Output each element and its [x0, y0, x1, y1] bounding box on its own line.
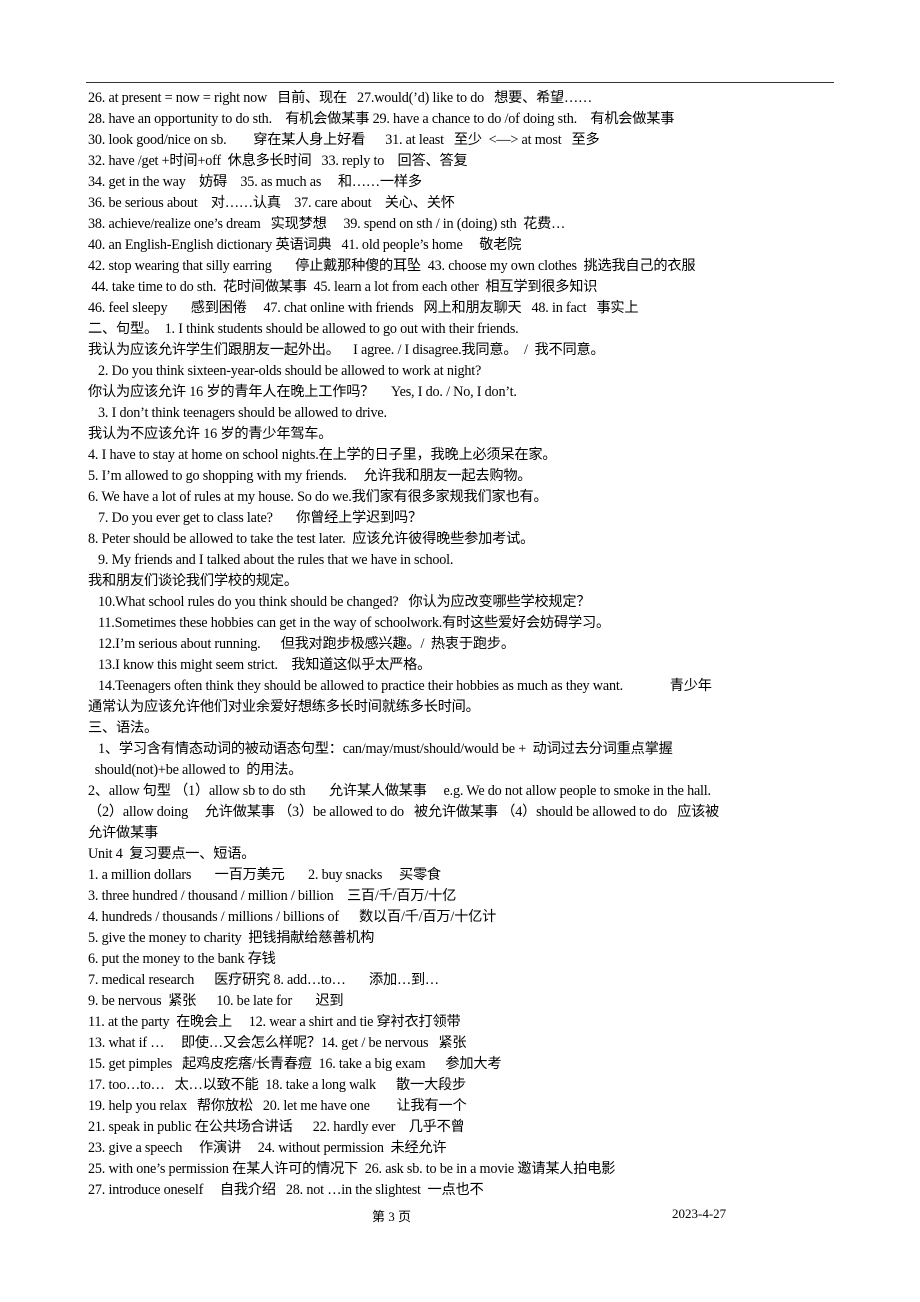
text-line: 13.I know this might seem strict. 我知道这似乎…: [88, 657, 432, 673]
text-line: 2、allow 句型 （1）allow sb to do sth 允许某人做某事…: [88, 783, 711, 799]
text-line: 19. help you relax 帮你放松 20. let me have …: [88, 1098, 467, 1114]
text-line: 我认为应该允许学生们跟朋友一起外出。 I agree. / I disagree…: [88, 342, 605, 358]
text-line: 7. medical research 医疗研究 8. add…to… 添加…到…: [88, 972, 439, 988]
text-line: 25. with one’s permission 在某人许可的情况下 26. …: [88, 1161, 616, 1177]
text-line: 34. get in the way 妨碍 35. as much as 和………: [88, 174, 422, 190]
text-line: 6. We have a lot of rules at my house. S…: [88, 489, 548, 505]
text-line: 14.Teenagers often think they should be …: [88, 678, 712, 694]
text-line: 4. I have to stay at home on school nigh…: [88, 447, 557, 463]
text-line: 30. look good/nice on sb. 穿在某人身上好看 31. a…: [88, 132, 600, 148]
text-line: 二、句型。 1. I think students should be allo…: [88, 321, 519, 337]
text-line: 44. take time to do sth. 花时间做某事 45. lear…: [88, 279, 598, 295]
text-line: 3. I don’t think teenagers should be all…: [88, 405, 387, 421]
text-line: 23. give a speech 作演讲 24. without permis…: [88, 1140, 447, 1156]
text-line: 38. achieve/realize one’s dream 实现梦想 39.…: [88, 216, 566, 232]
text-line: 1. a million dollars 一百万美元 2. buy snacks…: [88, 867, 441, 883]
text-line: 36. be serious about 对……认真 37. care abou…: [88, 195, 455, 211]
text-line: 9. be nervous 紧张 10. be late for 迟到: [88, 993, 344, 1009]
text-line: 1、学习含有情态动词的被动语态句型：can/may/must/should/wo…: [88, 741, 673, 757]
text-line: 26. at present = now = right now 目前、现在 2…: [88, 90, 593, 106]
text-line: （2）allow doing 允许做某事 （3）be allowed to do…: [88, 804, 720, 820]
text-line: 32. have /get +时间+off 休息多长时间 33. reply t…: [88, 153, 468, 169]
text-line: 5. give the money to charity 把钱捐献给慈善机构: [88, 930, 375, 946]
text-line: 21. speak in public 在公共场合讲话 22. hardly e…: [88, 1119, 465, 1135]
text-line: 17. too…to… 太…以致不能 18. take a long walk …: [88, 1077, 466, 1093]
text-line: 5. I’m allowed to go shopping with my fr…: [88, 468, 532, 484]
text-line: 27. introduce oneself 自我介绍 28. not …in t…: [88, 1182, 484, 1198]
text-line: 42. stop wearing that silly earring 停止戴那…: [88, 258, 696, 274]
text-line: Unit 4 复习要点一、短语。: [88, 846, 256, 862]
document-body: 26. at present = now = right now 目前、现在 2…: [88, 88, 834, 1201]
text-line: 3. three hundred / thousand / million / …: [88, 888, 457, 904]
text-line: 10.What school rules do you think should…: [88, 594, 591, 610]
text-line: 8. Peter should be allowed to take the t…: [88, 531, 535, 547]
text-line: 13. what if … 即使…又会怎么样呢？14. get / be ner…: [88, 1035, 467, 1051]
text-line: 2. Do you think sixteen-year-olds should…: [88, 363, 482, 379]
page-number: 第 3 页: [372, 1209, 412, 1224]
text-line: 允许做某事: [88, 825, 158, 841]
page-footer: 第 3 页 2023-4-27: [0, 1206, 920, 1226]
text-line: 9. My friends and I talked about the rul…: [88, 552, 454, 568]
text-line: 三、语法。: [88, 720, 158, 736]
text-line: 4. hundreds / thousands / millions / bil…: [88, 909, 497, 925]
text-line: 40. an English-English dictionary 英语词典 4…: [88, 237, 522, 253]
text-line: 12.I’m serious about running. 但我对跑步极感兴趣。…: [88, 636, 515, 652]
text-line: 15. get pimples 起鸡皮疙瘩/长青春痘 16. take a bi…: [88, 1056, 502, 1072]
text-line: should(not)+be allowed to 的用法。: [88, 762, 303, 778]
text-line: 11. at the party 在晚会上 12. wear a shirt a…: [88, 1014, 461, 1030]
text-line: 我认为不应该允许 16 岁的青少年驾车。: [88, 426, 333, 442]
text-line: 我和朋友们谈论我们学校的规定。: [88, 573, 298, 589]
text-line: 11.Sometimes these hobbies can get in th…: [88, 615, 610, 631]
header-rule: [86, 82, 834, 83]
text-line: 6. put the money to the bank 存钱: [88, 951, 276, 967]
text-line: 46. feel sleepy 感到困倦 47. chat online wit…: [88, 300, 639, 316]
text-line: 28. have an opportunity to do sth. 有机会做某…: [88, 111, 675, 127]
text-line: 7. Do you ever get to class late? 你曾经上学迟…: [88, 510, 422, 526]
footer-date: 2023-4-27: [672, 1206, 727, 1221]
text-line: 你认为应该允许 16 岁的青年人在晚上工作吗？ Yes, I do. / No,…: [88, 384, 517, 400]
text-line: 通常认为应该允许他们对业余爱好想练多长时间就练多长时间。: [88, 699, 480, 715]
